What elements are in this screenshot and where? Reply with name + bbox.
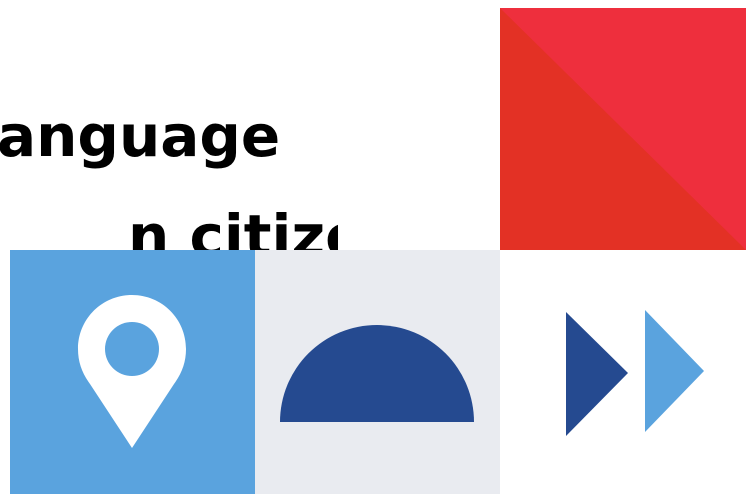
location-tile <box>10 250 255 494</box>
location-pin-icon <box>78 295 186 448</box>
semicircle-icon <box>280 325 474 422</box>
fast-forward-icon <box>566 310 704 436</box>
fast-forward-tile <box>500 250 746 494</box>
headline-line-1: anguage <box>0 102 281 170</box>
red-diagonal-graphic <box>500 8 746 250</box>
semicircle-tile <box>255 250 500 494</box>
red-square-tile <box>500 8 746 250</box>
